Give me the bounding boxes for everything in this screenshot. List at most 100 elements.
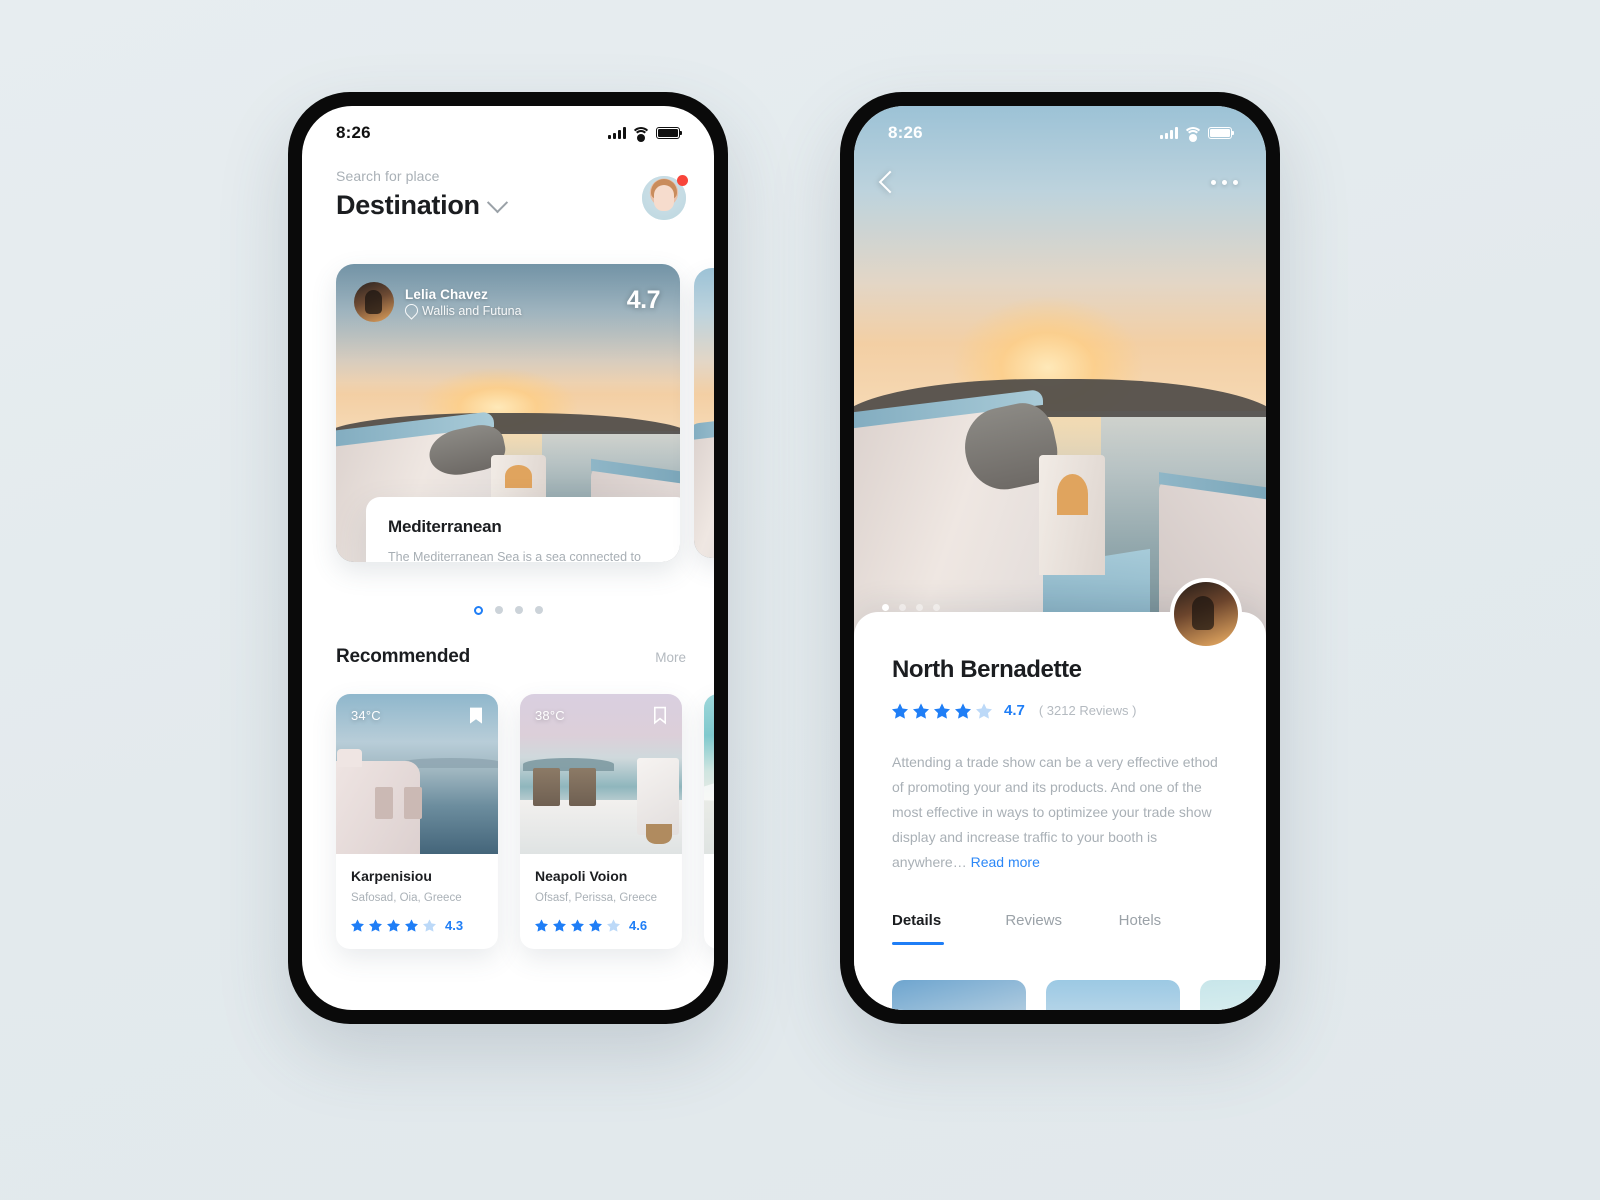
recommended-title: Recommended [336,646,471,667]
star-icon-empty [423,919,436,932]
detail-topbar [878,170,1238,194]
hero-card-next[interactable] [694,268,714,558]
status-icons [1160,127,1235,142]
avatar-face [654,185,674,211]
star-icon-empty [976,702,992,719]
destination-selector[interactable]: Destination [336,190,686,221]
star-icon [955,702,971,719]
battery-icon [1208,127,1235,139]
wifi-icon [631,127,651,142]
map-pin-icon [402,301,421,320]
card-address: Safosad, Oia, Greece [351,892,462,904]
wifi-icon [1183,127,1203,142]
hero-carousel-dots[interactable] [882,604,940,611]
recommended-header: Recommended More [336,646,686,668]
read-more-link[interactable]: Read more [971,854,1040,870]
detail-rating: 4.7 ( 3212 Reviews ) [892,702,1136,719]
info-card-title: Mediterranean [388,516,502,536]
tab-hotels[interactable]: Hotels [1119,912,1232,945]
carousel-dot[interactable] [933,604,940,611]
star-icon [369,919,382,932]
card-image [704,694,714,854]
carousel-dot[interactable] [916,604,923,611]
battery-icon [656,127,683,139]
card-rating-value: 4.3 [445,918,464,933]
bookmark-filled-icon[interactable] [469,706,483,725]
hero-user-name: Lelia Chavez [405,286,488,302]
guide-avatar[interactable] [1170,578,1242,650]
star-icon [553,919,566,932]
signal-bars-icon [1160,127,1178,139]
signal-bars-icon [608,127,626,139]
phone-frame-right: 8:26 North Bernadette 4.7 (3212 Reviews… [840,92,1280,1024]
hero-card[interactable]: Lelia Chavez Wallis and Futuna 4.7 Medit… [336,264,680,562]
detail-title: North Bernadette [892,656,1082,683]
status-bar-right: 8:26 [854,106,1266,160]
card-rating: 4.6 [535,918,667,933]
detail-review-count: ( 3212 Reviews ) [1038,703,1137,718]
hero-info-card[interactable]: Mediterranean The Mediterranean Sea is a… [366,496,680,562]
phone-frame-left: 8:26 Search for place Destination Lelia … [288,92,728,1024]
star-icon [351,919,364,932]
detail-gallery[interactable] [892,980,1266,1010]
recommended-more-link[interactable]: More [655,650,686,665]
gallery-thumb-1[interactable] [892,980,1026,1010]
hero-user-avatar [354,282,394,322]
home-header: Search for place Destination [336,168,688,221]
recommended-list[interactable]: 34°C Karpenisiou Safosad, Oia, Greece 4.… [336,694,714,949]
card-rating-value: 4.6 [629,918,648,933]
detail-sheet: North Bernadette 4.7 ( 3212 Reviews ) At… [854,578,1266,1010]
notification-badge [677,175,688,186]
star-icon [892,702,908,719]
status-bar-left: 8:26 [302,106,714,160]
status-time: 8:26 [336,123,371,142]
carousel-dot[interactable] [514,606,523,614]
detail-description: Attending a trade show can be a very eff… [892,750,1232,875]
list-item[interactable] [704,694,714,949]
detail-tabs[interactable]: Details Reviews Hotels [892,912,1232,945]
card-title: Neapoli Voion [535,868,628,884]
carousel-dot[interactable] [534,606,543,614]
carousel-dot[interactable] [494,606,503,614]
card-image: 34°C [336,694,498,854]
card-body: Karpenisiou Safosad, Oia, Greece 4.3 [336,854,498,949]
star-icon [405,919,418,932]
back-chevron-icon[interactable] [878,170,902,194]
list-item[interactable]: 34°C Karpenisiou Safosad, Oia, Greece 4.… [336,694,498,949]
card-body: Neapoli Voion Ofsasf, Perissa, Greece 4.… [520,854,682,949]
chevron-down-icon [486,192,508,214]
hero-location: Wallis and Futuna [402,301,522,320]
carousel-dot[interactable] [899,604,906,611]
card-title: Karpenisiou [351,868,432,884]
tab-details[interactable]: Details [892,912,1005,945]
tab-reviews[interactable]: Reviews [1005,912,1118,945]
detail-rating-value: 4.7 [1004,702,1025,719]
card-image: 38°C [520,694,682,854]
carousel-dot-active[interactable] [473,606,483,615]
hero-carousel[interactable]: Lelia Chavez Wallis and Futuna 4.7 Medit… [302,264,714,564]
hero-image-next [694,268,714,558]
star-icon [913,702,929,719]
page-title: Destination [336,190,480,220]
star-icon [934,702,950,719]
bookmark-outline-icon[interactable] [653,706,667,725]
status-time: 8:26 [888,123,923,142]
gallery-thumb-2[interactable] [1046,980,1180,1010]
detail-description-text: Attending a trade show can be a very eff… [892,754,1218,870]
search-input[interactable]: Search for place [336,168,686,184]
more-horizontal-icon[interactable] [1211,179,1238,185]
star-icon-empty [607,919,620,932]
carousel-dots[interactable] [302,606,714,615]
card-body [704,854,714,892]
star-icon [387,919,400,932]
temperature-badge: 34°C [351,708,381,723]
status-icons [608,127,683,142]
screen-home: 8:26 Search for place Destination Lelia … [302,106,714,1010]
hero-location-label: Wallis and Futuna [422,303,522,318]
gallery-thumb-3[interactable] [1200,980,1266,1010]
app-mockup-stage: 8:26 Search for place Destination Lelia … [0,0,1600,1200]
carousel-dot-active[interactable] [882,604,889,611]
profile-avatar[interactable] [642,175,688,220]
info-card-description: The Mediterranean Sea is a sea connected… [388,549,641,562]
list-item[interactable]: 38°C Neapoli Voion Ofsasf, Perissa, Gree… [520,694,682,949]
